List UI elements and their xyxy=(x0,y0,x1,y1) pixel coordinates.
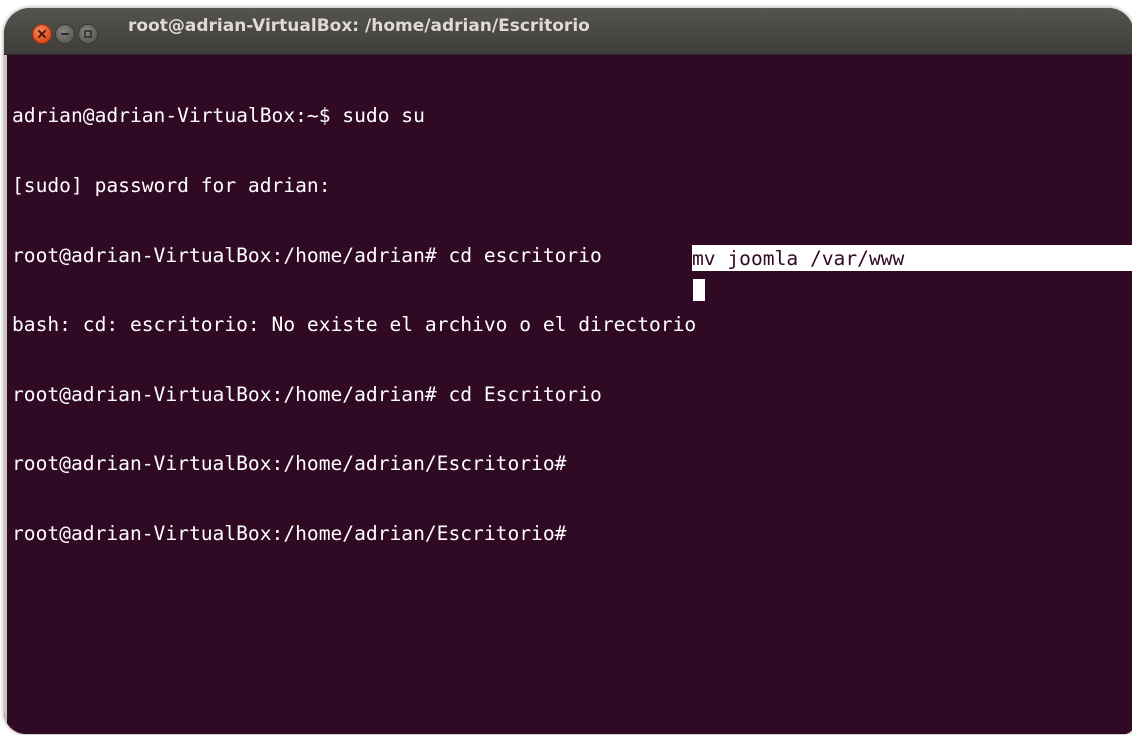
window-title: root@adrian-VirtualBox: /home/adrian/Esc… xyxy=(128,16,590,36)
terminal-area[interactable]: adrian@adrian-VirtualBox:~$ sudo su [sud… xyxy=(4,55,1132,734)
minimize-icon[interactable] xyxy=(55,24,75,44)
text-cursor xyxy=(693,279,705,301)
terminal-output: adrian@adrian-VirtualBox:~$ sudo su [sud… xyxy=(12,58,696,592)
terminal-line: root@adrian-VirtualBox:/home/adrian# cd … xyxy=(12,243,602,267)
terminal-line: bash: cd: escritorio: No existe el archi… xyxy=(12,313,697,337)
maximize-icon[interactable] xyxy=(78,24,98,44)
terminal-line: [sudo] password for adrian: xyxy=(12,174,331,197)
close-icon[interactable] xyxy=(32,24,52,44)
terminal-line: root@adrian-VirtualBox:/home/adrian/Escr… xyxy=(12,521,579,545)
terminal-window: root@adrian-VirtualBox: /home/adrian/Esc… xyxy=(4,8,1132,734)
selected-command-text: mv joomla /var/www xyxy=(692,247,905,270)
terminal-line: root@adrian-VirtualBox:/home/adrian# cd … xyxy=(12,382,602,406)
terminal-line: adrian@adrian-VirtualBox:~$ sudo su xyxy=(12,104,425,128)
terminal-line: root@adrian-VirtualBox:/home/adrian/Escr… xyxy=(12,452,579,476)
title-bar[interactable]: root@adrian-VirtualBox: /home/adrian/Esc… xyxy=(4,8,1132,55)
